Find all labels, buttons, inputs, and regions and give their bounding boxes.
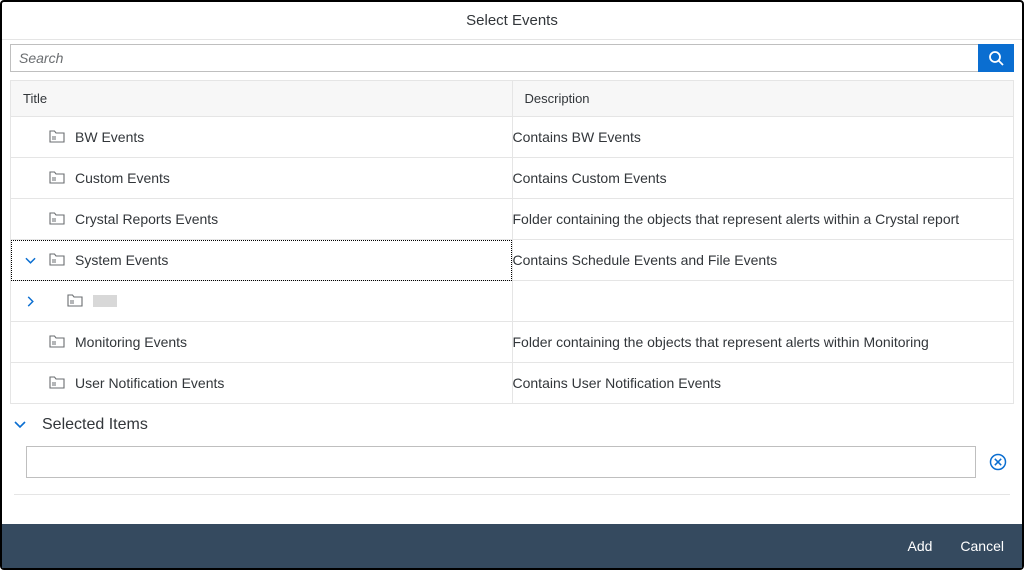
search-button[interactable] bbox=[978, 44, 1014, 72]
content-area: Title Description BW Events Contains BW E… bbox=[2, 72, 1022, 524]
table-row[interactable]: BW Events Contains BW Events bbox=[11, 117, 1014, 158]
table-row[interactable]: User Notification Events Contains User No… bbox=[11, 363, 1014, 404]
row-title: Monitoring Events bbox=[75, 334, 187, 350]
cancel-button[interactable]: Cancel bbox=[960, 538, 1004, 554]
folder-icon bbox=[49, 335, 65, 349]
selected-item-row bbox=[10, 442, 1014, 482]
close-circle-icon bbox=[989, 453, 1007, 471]
add-button[interactable]: Add bbox=[907, 538, 932, 554]
column-header-title[interactable]: Title bbox=[11, 81, 513, 117]
table-row[interactable]: Monitoring Events Folder containing the o… bbox=[11, 322, 1014, 363]
row-description bbox=[512, 281, 1014, 322]
folder-icon bbox=[49, 171, 65, 185]
row-title: Crystal Reports Events bbox=[75, 211, 218, 227]
table-row[interactable] bbox=[11, 281, 1014, 322]
folder-icon bbox=[49, 253, 65, 267]
events-table: Title Description BW Events Contains BW E… bbox=[10, 80, 1014, 404]
dialog-footer: Add Cancel bbox=[2, 524, 1022, 568]
row-title: System Events bbox=[75, 252, 168, 268]
row-title: Custom Events bbox=[75, 170, 170, 186]
folder-icon bbox=[49, 212, 65, 226]
search-input[interactable] bbox=[10, 44, 978, 72]
column-header-description[interactable]: Description bbox=[512, 81, 1014, 117]
table-row[interactable]: Crystal Reports Events Folder containing … bbox=[11, 199, 1014, 240]
table-row[interactable]: Custom Events Contains Custom Events bbox=[11, 158, 1014, 199]
row-title: BW Events bbox=[75, 129, 144, 145]
chevron-down-icon bbox=[14, 419, 26, 431]
dialog-title: Select Events bbox=[2, 2, 1022, 40]
row-description: Folder containing the objects that repre… bbox=[512, 322, 1014, 363]
row-description: Contains BW Events bbox=[512, 117, 1014, 158]
row-title bbox=[93, 295, 117, 307]
row-description: Folder containing the objects that repre… bbox=[512, 199, 1014, 240]
row-description: Contains Custom Events bbox=[512, 158, 1014, 199]
select-events-dialog: Select Events Title Description BW Event… bbox=[0, 0, 1024, 570]
chevron-down-icon[interactable] bbox=[11, 255, 49, 266]
folder-icon bbox=[67, 294, 83, 308]
search-icon bbox=[988, 50, 1004, 66]
chevron-right-icon[interactable] bbox=[11, 296, 49, 307]
row-description: Contains User Notification Events bbox=[512, 363, 1014, 404]
remove-selected-button[interactable] bbox=[986, 450, 1010, 474]
selected-items-header[interactable]: Selected Items bbox=[10, 404, 1014, 442]
selected-items-label: Selected Items bbox=[42, 416, 148, 434]
search-bar bbox=[2, 40, 1022, 72]
folder-icon bbox=[49, 376, 65, 390]
folder-icon bbox=[49, 130, 65, 144]
row-description: Contains Schedule Events and File Events bbox=[512, 240, 1014, 281]
row-title: User Notification Events bbox=[75, 375, 224, 391]
selected-item-input[interactable] bbox=[26, 446, 976, 478]
table-row[interactable]: System Events Contains Schedule Events an… bbox=[11, 240, 1014, 281]
